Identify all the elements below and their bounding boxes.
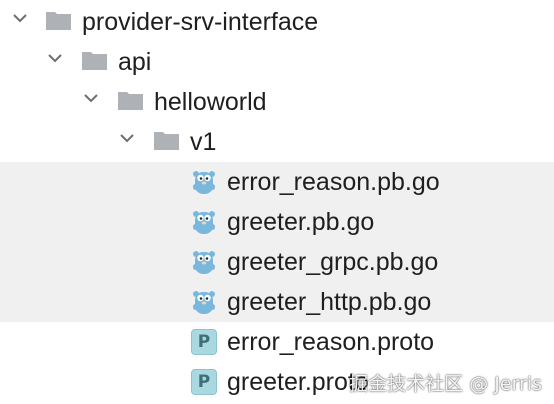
go-gopher-icon	[193, 291, 215, 314]
chevron-down-icon[interactable]	[83, 90, 99, 106]
folder-icon	[82, 52, 107, 70]
watermark: 掘金技术社区 @ Jerris	[349, 373, 542, 395]
go-gopher-icon	[193, 251, 215, 274]
go-gopher-icon	[193, 171, 215, 194]
tree-item-helloworld[interactable]: helloworld	[0, 82, 554, 122]
go-gopher-icon	[193, 211, 215, 234]
tree-item-error-reason-proto[interactable]: P error_reason.proto	[0, 322, 554, 362]
tree-item-label: greeter.proto	[227, 368, 369, 396]
tree-item-label: api	[118, 48, 152, 76]
tree-item-label: greeter_grpc.pb.go	[227, 248, 439, 276]
tree-item-label: provider-srv-interface	[82, 8, 319, 36]
tree-item-greeter-pb-go[interactable]: greeter.pb.go	[0, 202, 554, 242]
tree-item-v1[interactable]: v1	[0, 122, 554, 162]
folder-icon	[46, 12, 71, 30]
proto-file-icon: P	[191, 329, 217, 355]
proto-file-icon: P	[191, 369, 217, 395]
project-tree: provider-srv-interface api helloworld v1	[0, 0, 554, 404]
tree-item-greeter-http-pb-go[interactable]: greeter_http.pb.go	[0, 282, 554, 322]
chevron-down-icon[interactable]	[12, 10, 28, 26]
tree-item-label: error_reason.pb.go	[227, 168, 440, 196]
folder-icon	[154, 132, 179, 150]
tree-item-label: greeter_http.pb.go	[227, 288, 432, 316]
tree-item-label: greeter.pb.go	[227, 208, 375, 236]
tree-item-provider-srv-interface[interactable]: provider-srv-interface	[0, 2, 554, 42]
tree-item-label: error_reason.proto	[227, 328, 435, 356]
chevron-down-icon[interactable]	[47, 50, 63, 66]
folder-icon	[118, 92, 143, 110]
tree-item-api[interactable]: api	[0, 42, 554, 82]
tree-item-error-reason-pb-go[interactable]: error_reason.pb.go	[0, 162, 554, 202]
chevron-down-icon[interactable]	[119, 130, 135, 146]
tree-item-label: helloworld	[154, 88, 267, 116]
tree-item-greeter-grpc-pb-go[interactable]: greeter_grpc.pb.go	[0, 242, 554, 282]
tree-item-label: v1	[190, 128, 217, 156]
